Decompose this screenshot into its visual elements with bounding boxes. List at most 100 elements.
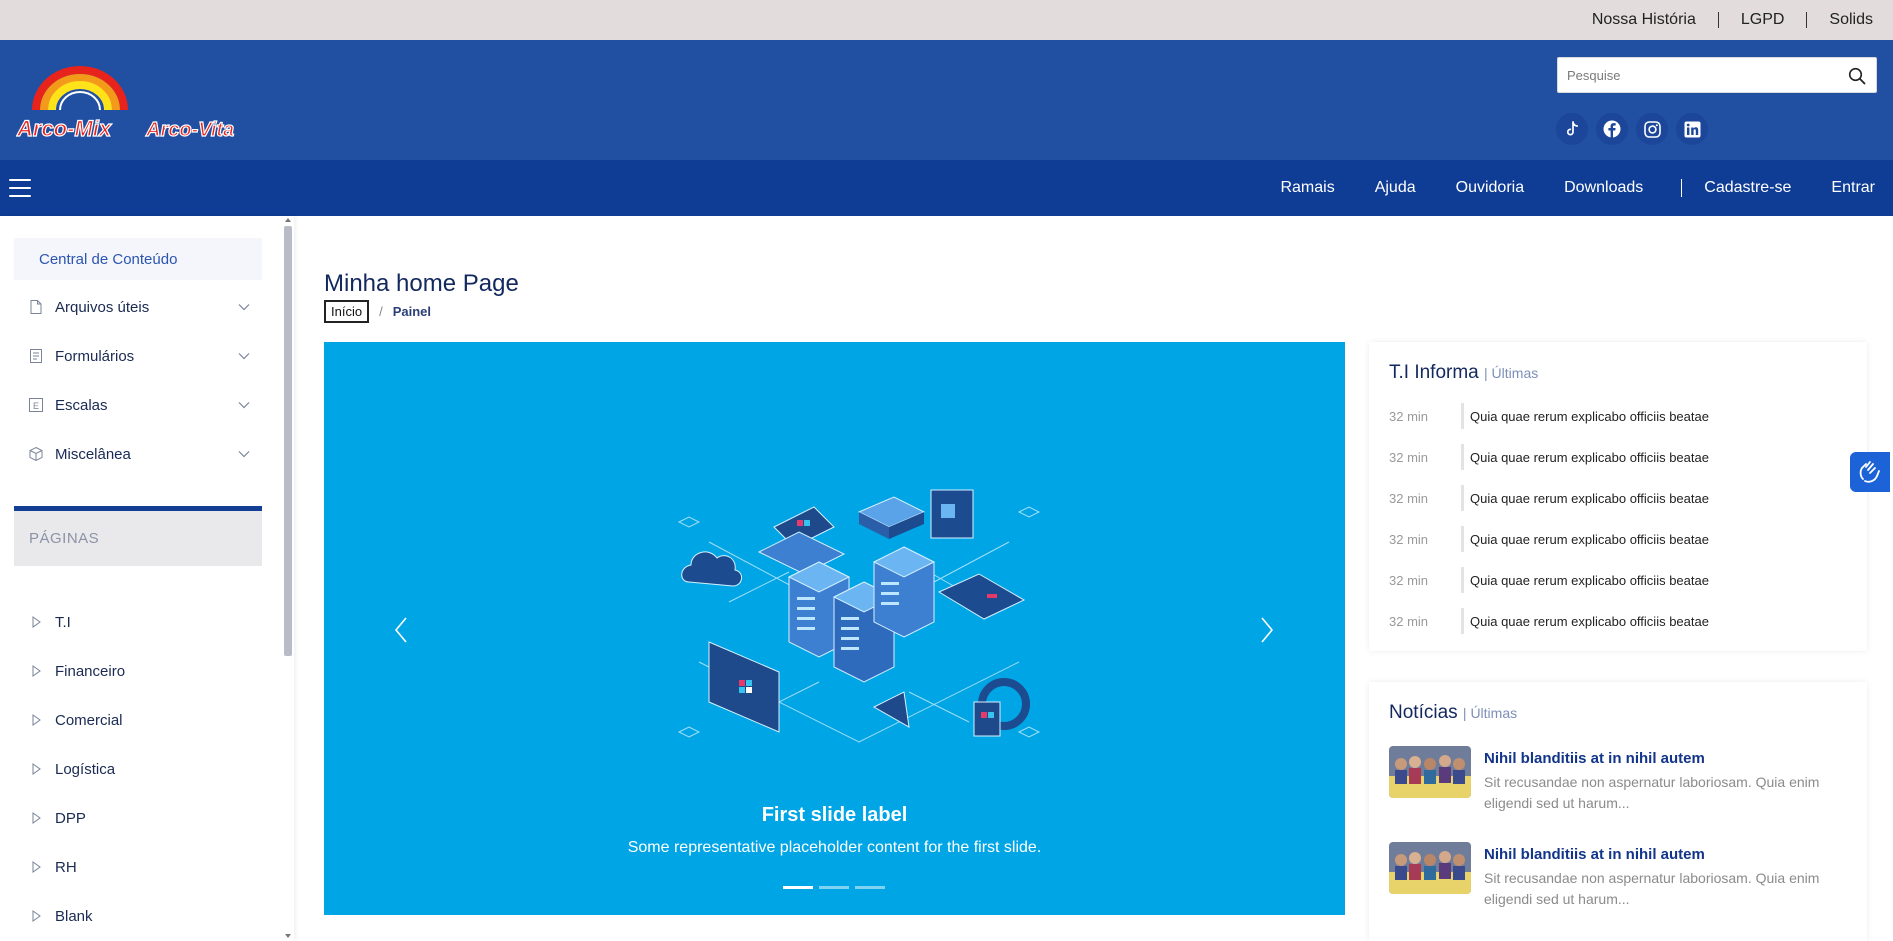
linkedin-icon[interactable] [1676,113,1708,145]
carousel-indicator[interactable] [783,886,813,889]
panel-title-text: Notícias [1389,702,1458,723]
sidebar-item-arquivos[interactable]: Arquivos úteis [28,292,250,322]
item-text: Quia quae rerum explicabo officiis beata… [1461,526,1709,552]
chevron-down-icon[interactable] [238,352,250,360]
link-nossa-historia[interactable]: Nossa História [1570,11,1718,29]
accessibility-button[interactable] [1850,452,1890,492]
breadcrumb-home[interactable]: Início [324,300,370,323]
list-item[interactable]: 32 min Quia quae rerum explicabo officiis… [1389,485,1859,511]
arco-logo[interactable]: Arco-Mix Arco-Vita [16,66,261,140]
link-lgpd[interactable]: LGPD [1719,11,1807,29]
sidebar-item-miscelanea[interactable]: Miscelânea [28,439,250,469]
breadcrumb-current: Painel [392,304,431,319]
caret-right-icon [32,812,41,824]
scroll-down-arrow[interactable] [285,934,291,938]
site-header: Arco-Mix Arco-Vita [0,40,1893,160]
facebook-icon[interactable] [1596,113,1628,145]
list-item[interactable]: 32 min Quia quae rerum explicabo officiis… [1389,444,1859,470]
carousel-prev-icon[interactable] [392,614,410,646]
search-box[interactable] [1557,57,1877,93]
page-item-logistica[interactable]: Logística [32,758,115,780]
sidebar-central-conteudo[interactable]: Central de Conteúdo [14,238,262,280]
nav-downloads[interactable]: Downloads [1544,179,1663,197]
breadcrumb: Início / Painel [324,300,431,323]
instagram-icon[interactable] [1636,113,1668,145]
nav-entrar[interactable]: Entrar [1811,179,1875,197]
svg-text:E: E [33,401,39,411]
page-item-ti[interactable]: T.I [32,611,71,633]
link-solids[interactable]: Solids [1807,11,1873,29]
list-item[interactable]: 32 min Quia quae rerum explicabo officiis… [1389,526,1859,552]
item-text: Quia quae rerum explicabo officiis beata… [1461,485,1709,511]
carousel-next-icon[interactable] [1258,614,1276,646]
list-item[interactable]: 32 min Quia quae rerum explicabo officiis… [1389,403,1859,429]
sidebar-item-label: Arquivos úteis [55,298,150,316]
sidebar-item-escalas[interactable]: E Escalas [28,390,250,420]
sign-language-icon [1859,461,1880,483]
panel-title: T.I Informa | Últimas [1389,362,1538,384]
page-item-comercial[interactable]: Comercial [32,709,123,731]
caret-right-icon [32,910,41,922]
carousel-indicators [783,886,885,889]
page-item-label: Logística [55,760,116,778]
divider [1681,179,1683,197]
social-links [1556,113,1708,145]
nav-cadastre-se[interactable]: Cadastre-se [1684,179,1811,197]
svg-text:Arco-Mix: Arco-Mix [16,116,112,140]
sidebar-item-formularios[interactable]: Formulários [28,341,250,371]
tiktok-icon[interactable] [1556,113,1588,145]
carousel: First slide label Some representative pl… [324,342,1345,915]
item-time: 32 min [1389,613,1429,629]
carousel-indicator[interactable] [855,886,885,889]
chevron-down-icon[interactable] [238,303,250,311]
page-item-dpp[interactable]: DPP [32,807,86,829]
nav-ajuda[interactable]: Ajuda [1355,179,1436,197]
page-item-blank[interactable]: Blank [32,905,93,927]
news-excerpt: Sit recusandae non aspernatur laboriosam… [1484,870,1820,907]
menu-icon[interactable] [9,179,31,197]
scroll-up-arrow[interactable] [285,218,291,222]
caret-right-icon [32,861,41,873]
panel-subtitle[interactable]: | Últimas [1463,705,1517,721]
item-text: Quia quae rerum explicabo officiis beata… [1461,567,1709,593]
news-title[interactable]: Nihil blanditiis at in nihil autem [1484,750,1705,767]
caret-right-icon [32,665,41,677]
sidebar: Central de Conteúdo Arquivos úteis Formu… [0,216,294,941]
datacenter-illustration [677,489,1041,743]
utility-bar: Nossa História LGPD Solids [0,0,1893,40]
search-input[interactable] [1558,58,1838,92]
panel-subtitle[interactable]: | Últimas [1484,365,1538,381]
item-time: 32 min [1389,490,1429,506]
item-time: 32 min [1389,449,1429,465]
news-title[interactable]: Nihil blanditiis at in nihil autem [1484,846,1705,863]
list-item[interactable]: 32 min Quia quae rerum explicabo officiis… [1389,608,1859,634]
page-item-label: Financeiro [55,662,126,680]
chevron-down-icon[interactable] [238,450,250,458]
list-item[interactable]: 32 min Quia quae rerum explicabo officiis… [1389,567,1859,593]
box-icon [29,446,43,462]
news-item[interactable]: Nihil blanditiis at in nihil autem Sit r… [1389,746,1859,826]
breadcrumb-separator: / [379,304,383,319]
search-icon[interactable] [1848,67,1866,85]
carousel-indicator[interactable] [819,886,849,889]
page-item-label: Blank [55,907,93,925]
chevron-down-icon[interactable] [238,401,250,409]
news-item[interactable]: Nihil blanditiis at in nihil autem Sit r… [1389,842,1859,922]
pages-heading: PÁGINAS [14,511,262,566]
item-time: 32 min [1389,408,1429,424]
svg-text:Arco-Vita: Arco-Vita [145,119,234,140]
news-thumbnail [1389,842,1471,894]
nav-ramais[interactable]: Ramais [1260,179,1354,197]
noticias-panel: Notícias | Últimas Nihil blanditiis at i… [1369,682,1867,941]
page-item-rh[interactable]: RH [32,856,77,878]
nav-ouvidoria[interactable]: Ouvidoria [1436,179,1544,197]
page-item-financeiro[interactable]: Financeiro [32,660,125,682]
page-item-label: T.I [55,613,71,631]
page-item-label: RH [55,858,77,876]
sidebar-scrollbar[interactable] [284,226,292,656]
page-item-label: Comercial [55,711,123,729]
caret-right-icon [32,763,41,775]
form-icon [30,349,42,363]
news-thumbnail [1389,746,1471,798]
page-title: Minha home Page [324,270,519,297]
